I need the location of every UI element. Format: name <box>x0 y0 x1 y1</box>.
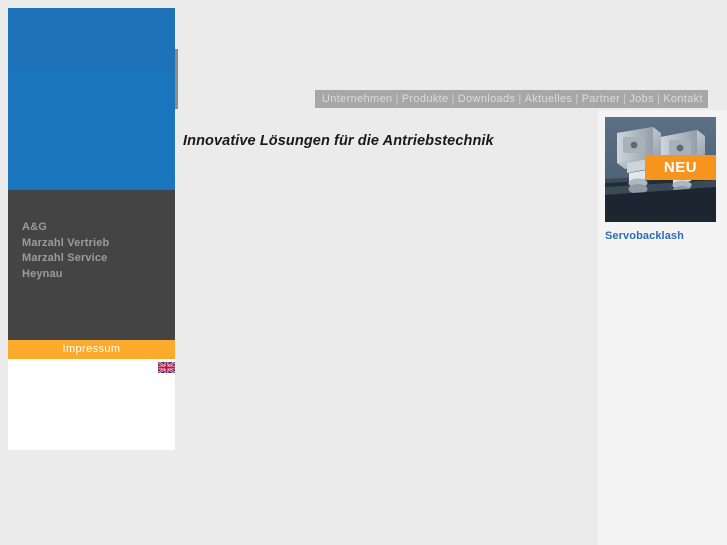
promo-caption-link[interactable]: Servobacklash <box>605 230 716 242</box>
promo-card: NEU Servobacklash <box>605 117 716 242</box>
uk-flag-icon[interactable] <box>158 362 175 373</box>
nav-item-unternehmen[interactable]: Unternehmen <box>322 93 393 105</box>
page-tagline: Innovative Lösungen für die Antriebstech… <box>183 133 494 149</box>
impressum-link[interactable]: Impressum <box>8 340 175 359</box>
sidebar-menu: A&G Marzahl Vertrieb Marzahl Service Hey… <box>8 190 175 340</box>
nav-item-produkte[interactable]: Produkte <box>402 93 449 105</box>
nav-item-jobs[interactable]: Jobs <box>629 93 654 105</box>
brand-logo-block[interactable]: company-logo <box>8 8 175 190</box>
page-root: company-logo A&G Marzahl Vertrieb Marzah… <box>0 0 727 545</box>
panel-divider <box>175 49 178 109</box>
neu-badge: NEU <box>645 155 716 180</box>
sidebar-item-marzahl-vertrieb[interactable]: Marzahl Vertrieb <box>8 236 175 252</box>
nav-separator: | <box>575 93 579 105</box>
nav-separator: | <box>518 93 522 105</box>
nav-separator: | <box>451 93 455 105</box>
sidebar-item-heynau[interactable]: Heynau <box>8 267 175 283</box>
nav-separator: | <box>656 93 661 105</box>
sidebar-item-ag[interactable]: A&G <box>8 220 175 236</box>
nav-item-aktuelles[interactable]: Aktuelles <box>525 93 573 105</box>
nav-item-downloads[interactable]: Downloads <box>458 93 516 105</box>
language-panel <box>8 359 175 450</box>
nav-item-partner[interactable]: Partner <box>582 93 621 105</box>
nav-separator: | <box>623 93 627 105</box>
left-column: company-logo A&G Marzahl Vertrieb Marzah… <box>8 8 178 450</box>
sidebar-item-marzahl-service[interactable]: Marzahl Service <box>8 251 175 267</box>
brand-top-band <box>8 8 175 69</box>
nav-item-kontakt[interactable]: Kontakt <box>663 93 703 105</box>
top-navigation: Unternehmen | Produkte | Downloads | Aktuelles… <box>315 90 708 108</box>
nav-separator: | <box>395 93 399 105</box>
promo-image[interactable]: NEU <box>605 117 716 222</box>
